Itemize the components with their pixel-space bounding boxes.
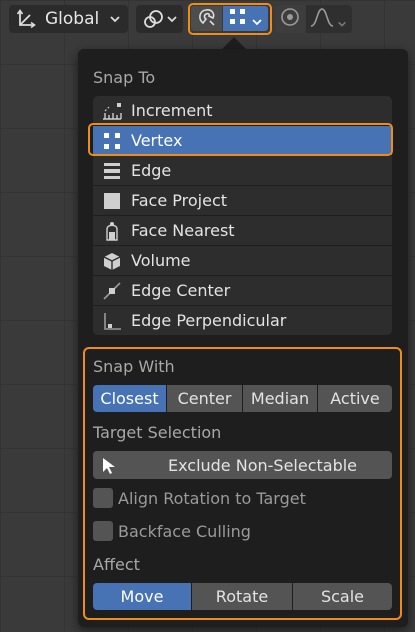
popover-arrow xyxy=(222,37,246,49)
checkbox-box[interactable] xyxy=(93,488,113,508)
snap-to-title: Snap To xyxy=(93,68,156,87)
chevron-down-icon xyxy=(166,13,178,25)
snap-to-face-project[interactable]: Face Project xyxy=(93,186,392,215)
chevron-down-icon xyxy=(337,14,347,33)
orientation-label: Global xyxy=(45,9,100,29)
snap-element-dropdown[interactable] xyxy=(223,6,268,31)
backface-culling-checkbox[interactable]: Backface Culling xyxy=(93,521,251,541)
target-selection-title: Target Selection xyxy=(93,423,222,442)
snapping-popover: Snap To Increment Vertex Edge Face Proje… xyxy=(78,49,408,627)
orientation-axes-icon xyxy=(15,8,37,30)
vertex-icon xyxy=(93,130,131,152)
edge-icon xyxy=(93,160,131,182)
edge-perpendicular-icon xyxy=(93,310,131,332)
snap-to-item-label: Vertex xyxy=(131,131,183,150)
align-rotation-label: Align Rotation to Target xyxy=(118,488,306,508)
proportional-circle-icon xyxy=(280,7,300,31)
edge-center-icon xyxy=(93,280,131,302)
snap-to-list: Increment Vertex Edge Face Project Face … xyxy=(93,96,392,336)
falloff-curve-icon xyxy=(310,6,334,32)
affect-rotate[interactable]: Rotate xyxy=(192,583,292,610)
snap-to-item-label: Face Nearest xyxy=(131,221,235,240)
checkbox-box[interactable] xyxy=(93,521,113,541)
pivot-link-icon xyxy=(142,8,166,30)
chevron-down-icon xyxy=(251,13,263,32)
affect-move[interactable]: Move xyxy=(93,583,191,610)
affect-title: Affect xyxy=(93,555,140,574)
snap-with-active[interactable]: Active xyxy=(318,385,392,412)
snap-to-volume[interactable]: Volume xyxy=(93,246,392,275)
proportional-editing-toggle[interactable] xyxy=(275,5,305,33)
snap-to-item-label: Edge Perpendicular xyxy=(131,311,287,330)
align-rotation-checkbox[interactable]: Align Rotation to Target xyxy=(93,488,306,508)
exclude-non-selectable-label: Exclude Non-Selectable xyxy=(167,455,358,475)
snapping-group xyxy=(188,3,272,35)
snap-to-item-label: Edge xyxy=(131,161,172,180)
snap-to-item-label: Volume xyxy=(131,251,191,270)
affect-selector: Move Rotate Scale xyxy=(93,583,392,610)
snap-with-selector: Closest Center Median Active xyxy=(93,385,392,412)
vertex-icon xyxy=(228,7,248,31)
viewport-header: Global xyxy=(0,0,415,38)
volume-icon xyxy=(93,250,131,272)
snap-with-title: Snap With xyxy=(93,357,175,376)
magnet-icon xyxy=(196,6,218,32)
chevron-down-icon xyxy=(109,13,121,25)
snap-to-edge-center[interactable]: Edge Center xyxy=(93,276,392,305)
snap-with-closest[interactable]: Closest xyxy=(93,385,166,412)
snap-toggle-button[interactable] xyxy=(191,6,222,31)
proportional-editing-group xyxy=(275,5,352,33)
proportional-falloff-dropdown[interactable] xyxy=(306,5,352,33)
snap-to-item-label: Edge Center xyxy=(131,281,231,300)
snap-to-face-nearest[interactable]: Face Nearest xyxy=(93,216,392,245)
exclude-non-selectable-button[interactable]: Exclude Non-Selectable xyxy=(93,451,392,479)
face-nearest-icon xyxy=(93,220,131,242)
increment-icon xyxy=(93,100,131,122)
snap-to-edge-perpendicular[interactable]: Edge Perpendicular xyxy=(93,306,392,335)
snap-to-item-label: Face Project xyxy=(131,191,228,210)
snap-to-edge[interactable]: Edge xyxy=(93,156,392,185)
face-project-icon xyxy=(93,190,131,212)
snap-to-increment[interactable]: Increment xyxy=(93,96,392,125)
snap-to-vertex[interactable]: Vertex xyxy=(93,126,392,155)
affect-scale[interactable]: Scale xyxy=(293,583,392,610)
backface-culling-label: Backface Culling xyxy=(118,521,251,541)
snap-with-center[interactable]: Center xyxy=(167,385,242,412)
snap-with-median[interactable]: Median xyxy=(243,385,317,412)
pivot-point-dropdown[interactable] xyxy=(136,5,183,33)
transform-orientation-dropdown[interactable]: Global xyxy=(9,5,128,33)
snap-to-item-label: Increment xyxy=(131,101,213,120)
cursor-arrow-icon xyxy=(101,457,119,479)
